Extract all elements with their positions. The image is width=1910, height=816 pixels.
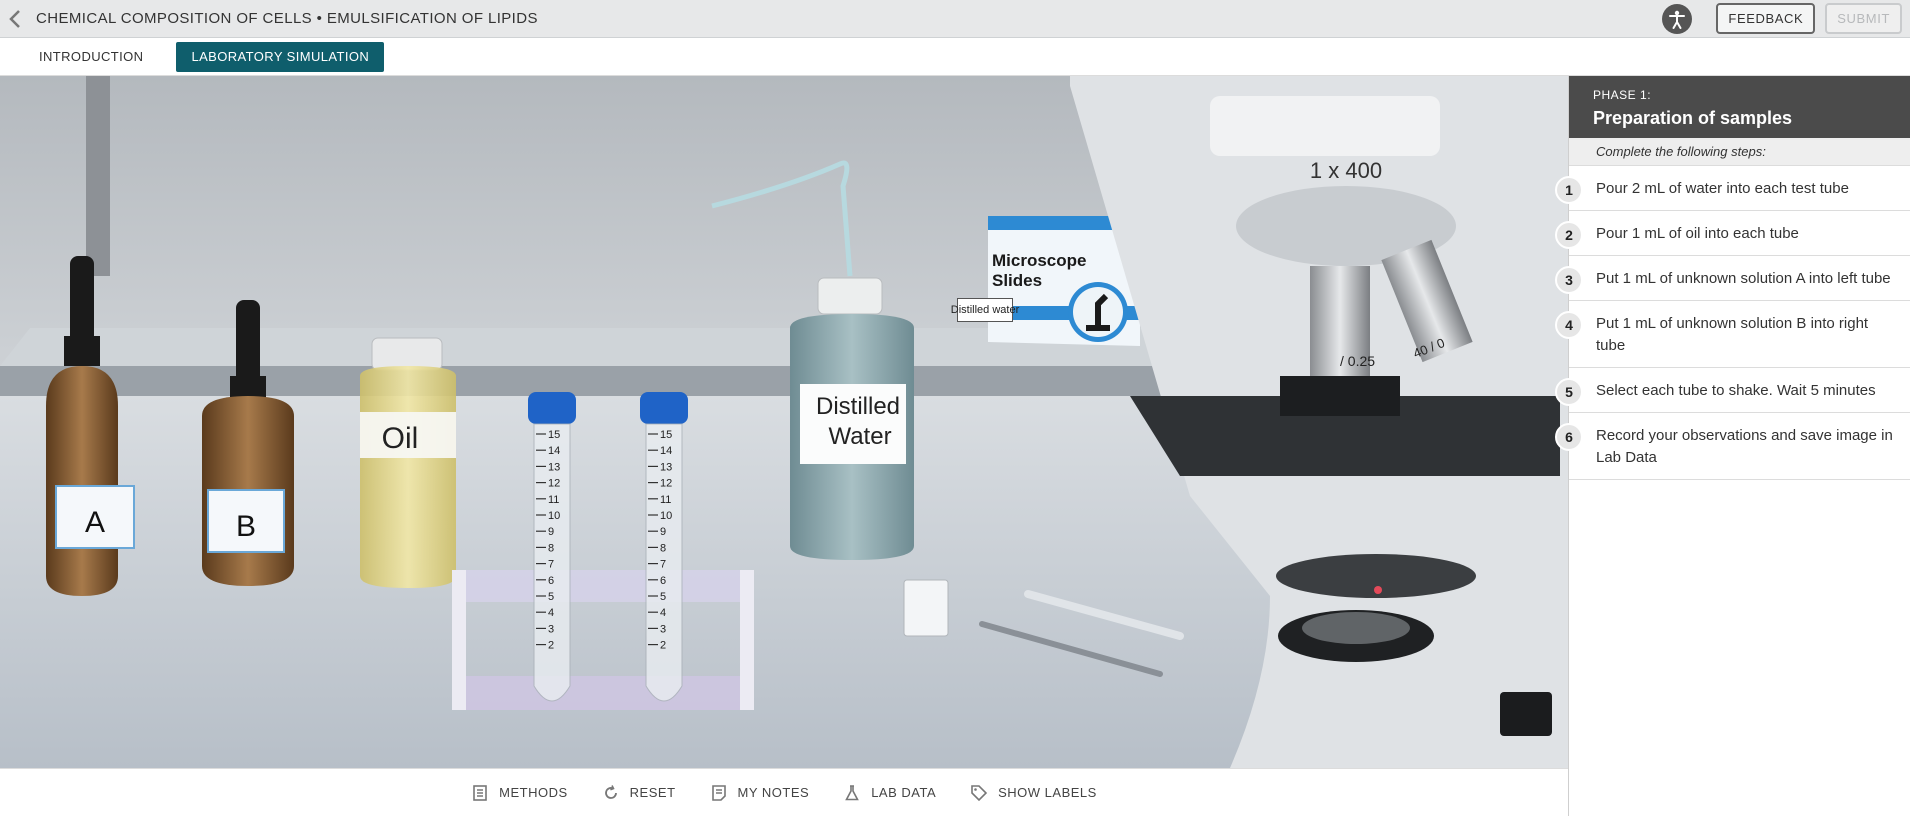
page-title: CHEMICAL COMPOSITION OF CELLS • EMULSIFI…: [36, 10, 538, 27]
tube-tick-label: 8: [660, 542, 666, 554]
tube-tick-label: 5: [660, 591, 666, 603]
test-tube-left[interactable]: 15 14 13 12 11 10 9 8 7 6 5 4 3 2: [528, 392, 576, 702]
water-label-line2: Water: [828, 423, 891, 450]
show-labels-label: SHOW LABELS: [998, 785, 1097, 800]
tube-tick-label: 12: [660, 478, 672, 490]
lab-data-button[interactable]: LAB DATA: [843, 784, 936, 802]
tube-tick-label: 10: [660, 510, 672, 522]
test-tube-right[interactable]: 15 14 13 12 11 10 9 8 7 6 5 4 3 2: [640, 392, 688, 702]
back-button[interactable]: [0, 0, 30, 38]
tube-tick-label: 14: [660, 445, 672, 457]
accessibility-button[interactable]: [1662, 3, 1693, 34]
phase-header: PHASE 1: Preparation of samples: [1569, 76, 1910, 138]
phase-label: PHASE 1:: [1593, 88, 1652, 102]
lab-scene: A B Oil Distilled Water Microscope Slide…: [0, 76, 1568, 768]
feedback-button[interactable]: FEEDBACK: [1716, 3, 1816, 34]
submit-button[interactable]: SUBMIT: [1825, 3, 1902, 34]
tube-tick-label: 2: [660, 640, 666, 652]
tube-tick-label: 7: [660, 559, 666, 571]
tooltip-text: Distilled water: [950, 304, 1020, 316]
methods-label: METHODS: [499, 785, 568, 800]
slides-label-line1: Microscope: [992, 251, 1086, 270]
header-actions: FEEDBACK SUBMIT: [1662, 3, 1902, 34]
step-number: 6: [1555, 423, 1583, 451]
step-text: Select each tube to shake. Wait 5 minute…: [1596, 382, 1876, 399]
tag-icon: [971, 784, 988, 801]
tube-tick-label: 5: [548, 591, 554, 603]
tube-tick-label: 7: [548, 559, 554, 571]
phase-title: Preparation of samples: [1593, 108, 1793, 128]
instructions-text: Complete the following steps:: [1569, 138, 1910, 166]
reset-button[interactable]: RESET: [602, 784, 676, 802]
accessibility-icon: [1669, 10, 1686, 29]
step-item: 2 Pour 1 mL of oil into each tube: [1555, 211, 1910, 256]
tube-tick-label: 15: [548, 429, 560, 441]
reset-icon: [604, 784, 617, 799]
my-notes-label: MY NOTES: [737, 785, 810, 800]
water-label-line1: Distilled: [816, 393, 900, 420]
step-item: 3 Put 1 mL of unknown solution A into le…: [1555, 256, 1910, 301]
step-text: Put 1 mL of unknown solution B into righ…: [1596, 315, 1869, 354]
tube-tick-label: 13: [660, 461, 672, 473]
tab-introduction[interactable]: INTRODUCTION: [24, 42, 158, 72]
tube-tick-label: 2: [548, 640, 554, 652]
lab-data-label: LAB DATA: [871, 785, 937, 800]
step-item: 6 Record your observations and save imag…: [1555, 413, 1910, 480]
tube-tick-label: 6: [548, 575, 554, 587]
step-text: Pour 1 mL of oil into each tube: [1596, 225, 1799, 242]
methods-button[interactable]: METHODS: [471, 784, 568, 802]
tube-tick-label: 15: [660, 429, 672, 441]
tube-tick-label: 4: [548, 607, 554, 619]
tube-tick-label: 3: [660, 623, 666, 635]
notes-icon: [711, 784, 726, 801]
tube-tick-label: 12: [548, 478, 560, 490]
step-number: 1: [1555, 176, 1583, 204]
oil-bottle[interactable]: Oil: [360, 337, 456, 588]
hover-tooltip: Distilled water: [951, 298, 1019, 322]
tube-tick-label: 11: [548, 494, 559, 506]
procedure-panel: PHASE 1: Preparation of samples Complete…: [1555, 76, 1910, 816]
step-number: 4: [1555, 311, 1583, 339]
reset-label: RESET: [629, 785, 676, 800]
tab-laboratory-simulation[interactable]: LABORATORY SIMULATION: [176, 41, 385, 72]
step-text: Record your observations and save image …: [1596, 427, 1893, 466]
step-item: 4 Put 1 mL of unknown solution B into ri…: [1555, 301, 1910, 368]
slides-label-line2: Slides: [992, 271, 1042, 290]
my-notes-button[interactable]: MY NOTES: [710, 784, 810, 802]
bottle-a-label: A: [85, 506, 105, 539]
step-text: Pour 2 mL of water into each test tube: [1596, 180, 1849, 197]
top-header: CHEMICAL COMPOSITION OF CELLS • EMULSIFI…: [0, 0, 1910, 38]
flask-icon: [845, 784, 860, 800]
tab-bar: INTRODUCTION LABORATORY SIMULATION: [0, 38, 1910, 76]
tube-tick-label: 13: [548, 461, 560, 473]
lab-simulation-stage: A B Oil Distilled Water Microscope Slide…: [0, 76, 1568, 768]
step-item: 1 Pour 2 mL of water into each test tube: [1555, 166, 1910, 211]
tube-tick-label: 14: [548, 445, 560, 457]
step-number: 3: [1555, 266, 1583, 294]
tube-tick-label: 4: [660, 607, 666, 619]
step-item: 5 Select each tube to shake. Wait 5 minu…: [1555, 368, 1910, 413]
step-number: 2: [1555, 221, 1583, 249]
coverslip-box[interactable]: [903, 579, 949, 637]
tube-tick-label: 9: [548, 526, 554, 538]
show-labels-button[interactable]: SHOW LABELS: [970, 784, 1097, 802]
tube-tick-label: 10: [548, 510, 560, 522]
tube-tick-label: 11: [660, 494, 671, 506]
objective-label-1: / 0.25: [1340, 353, 1375, 369]
microscope-magnification: 1 x 400: [1310, 158, 1382, 183]
step-text: Put 1 mL of unknown solution A into left…: [1596, 270, 1891, 287]
oil-bottle-label: Oil: [382, 422, 419, 455]
chevron-left-icon: [9, 9, 20, 28]
bottle-b-label: B: [236, 510, 256, 543]
bottom-toolbar: METHODS RESET MY NOTES LAB DATA SHOW LAB…: [0, 768, 1568, 816]
tube-tick-label: 9: [660, 526, 666, 538]
tube-tick-label: 3: [548, 623, 554, 635]
tube-tick-label: 8: [548, 542, 554, 554]
step-number: 5: [1555, 378, 1583, 406]
tube-tick-label: 6: [660, 575, 666, 587]
list-icon: [473, 784, 487, 801]
